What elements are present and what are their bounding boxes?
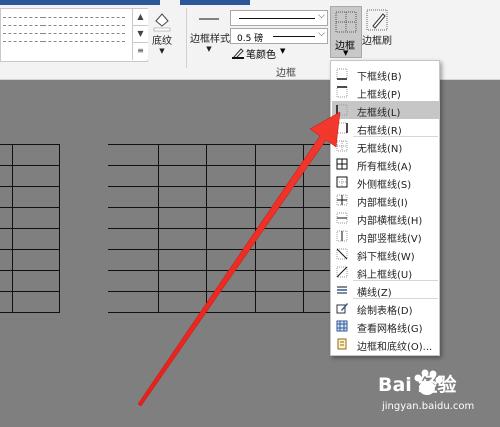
watermark-logo-text: Bai 经验 — [378, 374, 457, 396]
annotation-arrow — [137, 111, 341, 407]
watermark-url: jingyan.baidu.com — [382, 401, 475, 412]
baidu-jingyan-watermark: Bai 经验 jingyan.baidu.com — [370, 369, 495, 422]
